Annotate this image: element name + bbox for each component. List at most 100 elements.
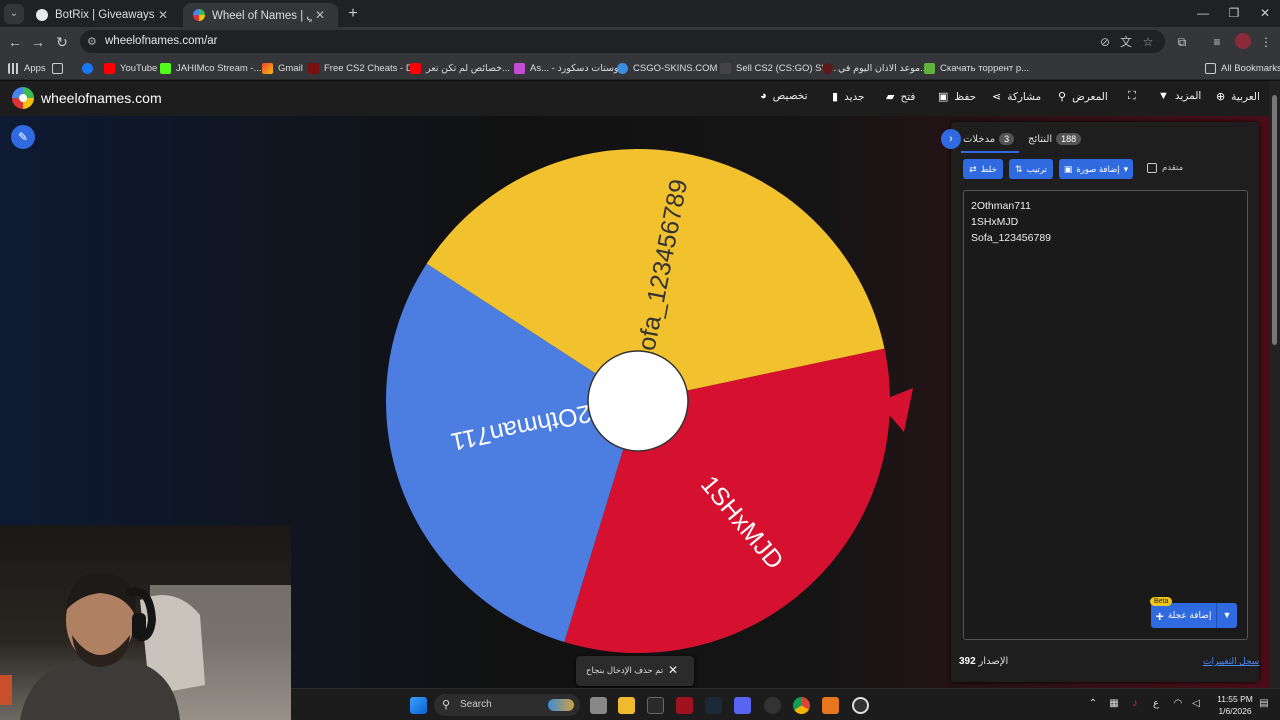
bookmark-sell-cs2[interactable]: Sell CS2 (CS:GO) Ski... — [720, 60, 836, 76]
omnibox[interactable]: ⚙ wheelofnames.com/ar ⊘ 文 ☆ — [80, 30, 1165, 53]
add-wheel-main[interactable]: + إضافة عجلة — [1151, 603, 1217, 628]
entries-textarea[interactable]: 2Othman711 1SHxMJD Sofa_123456789 + إضافة… — [963, 190, 1248, 640]
bookmark-csgo-skins[interactable]: CSGO-SKINS.COM -... — [617, 60, 731, 76]
sort-button[interactable]: ⇅ ترتيب — [1009, 159, 1053, 179]
tab-botrix[interactable]: BotRix | Giveaways ✕ — [26, 3, 181, 27]
tab-results[interactable]: النتائج 188 — [1028, 129, 1085, 149]
add-wheel-dropdown-icon[interactable]: ▼ — [1217, 603, 1237, 628]
changelog-link[interactable]: سجل التغييرات — [1203, 656, 1259, 667]
nav-fullscreen[interactable]: ⛶ — [1128, 90, 1136, 103]
app-orange-icon[interactable] — [822, 697, 839, 714]
nav-save[interactable]: ▣ حفظ — [938, 90, 976, 104]
webcam-person-image — [0, 572, 291, 720]
file-explorer-icon[interactable] — [618, 697, 635, 714]
entries-count-badge: 3 — [999, 133, 1015, 145]
app-clock-icon[interactable] — [764, 697, 781, 714]
nav-language[interactable]: ⊕ العربية — [1216, 90, 1260, 104]
windows-start-icon[interactable] — [410, 697, 427, 714]
nav-gallery[interactable]: ⚲ المعرض — [1058, 90, 1108, 104]
advanced-checkbox[interactable] — [1147, 162, 1157, 173]
volume-icon[interactable]: ◁ — [1189, 698, 1203, 709]
app-g-icon[interactable] — [647, 697, 664, 714]
nav-share[interactable]: ⋖ مشاركة — [992, 90, 1041, 104]
bookmark-facebook[interactable] — [82, 60, 98, 76]
chrome-icon[interactable] — [793, 697, 810, 714]
nav-open[interactable]: ▰ فتح — [886, 90, 915, 104]
steam-icon[interactable] — [705, 697, 722, 714]
url-text[interactable]: wheelofnames.com/ar — [105, 35, 218, 47]
back-icon[interactable]: ← — [5, 32, 25, 52]
wheel[interactable]: Sofa_1234567891SHxMJD2Othman711 — [370, 136, 930, 666]
bookmark-youtube-ar[interactable]: خصائص لم تكن تعر... — [410, 60, 510, 76]
forward-icon[interactable]: → — [28, 32, 48, 52]
add-image-button[interactable]: ▣ إضافة صورة ▾ — [1059, 159, 1133, 179]
eye-off-icon[interactable]: ⊘ — [1097, 34, 1113, 50]
toast-close-icon[interactable]: ✕ — [668, 663, 678, 677]
tab-entries[interactable]: مدخلات 3 — [963, 129, 1018, 149]
translate-icon[interactable]: 文 — [1118, 34, 1134, 50]
close-window-icon[interactable]: ✕ — [1250, 4, 1280, 22]
wifi-icon[interactable]: ◠ — [1171, 698, 1185, 709]
tab-search-icon[interactable]: ≡ — [1208, 33, 1226, 51]
reload-icon[interactable]: ↻ — [52, 32, 72, 52]
bookmark-site-icon — [720, 62, 731, 74]
extensions-icon[interactable]: ⧉ — [1173, 33, 1191, 51]
entries-panel: › مدخلات 3 النتائج 188 ⇄ خلط ⇅ ترتيب ▣ إضاف… — [941, 122, 1259, 682]
site-info-icon[interactable]: ⚙ — [87, 35, 97, 48]
bookmark-cs2-cheats[interactable]: Free CS2 Cheats - D... — [308, 60, 421, 76]
new-tab-button[interactable]: + — [344, 5, 362, 23]
nav-new[interactable]: ▮ جديد — [832, 90, 865, 104]
tray-overflow-icon[interactable]: ⌃ — [1086, 698, 1100, 709]
shuffle-button[interactable]: ⇄ خلط — [963, 159, 1003, 179]
language-indicator[interactable]: ع — [1149, 698, 1163, 709]
windows-taskbar: ⚲ Search ⌃ ▦ ♪ ع ◠ ◁ 11:55 PM 1/6/2026 ▤ — [291, 688, 1280, 720]
site-logo-text[interactable]: wheelofnames.com — [41, 90, 162, 106]
bookmark-youtube[interactable]: YouTube — [104, 60, 157, 76]
page-scrollbar[interactable] — [1269, 81, 1280, 688]
close-tab-icon[interactable]: ✕ — [155, 8, 171, 22]
nav-more[interactable]: ▼ المزيد — [1158, 90, 1201, 102]
restore-icon[interactable]: ❐ — [1219, 4, 1249, 22]
discord-icon[interactable] — [734, 697, 751, 714]
add-wheel-button[interactable]: + إضافة عجلة ▼ — [1151, 603, 1237, 628]
gmail-icon — [262, 62, 273, 74]
torrent-icon — [924, 62, 935, 74]
bookmark-kick[interactable]: JAHIMco Stream -... — [160, 60, 262, 76]
microphone-icon[interactable]: ♪ — [1128, 698, 1142, 709]
sort-icon: ⇅ — [1015, 163, 1023, 174]
entry-line: Sofa_123456789 — [971, 232, 1051, 244]
file-icon: ▮ — [832, 91, 839, 103]
edit-pencil-icon[interactable]: ✎ — [11, 125, 35, 149]
all-bookmarks[interactable]: All Bookmarks — [1205, 60, 1280, 76]
bookmark-grid[interactable] — [52, 60, 68, 76]
scrollbar-thumb[interactable] — [1272, 95, 1277, 345]
bookmark-torrent[interactable]: Скачать торрент р... — [924, 60, 1029, 76]
taskbar-search[interactable]: ⚲ Search — [434, 694, 580, 716]
toast-notification: تم حذف الإدخال بنجاح ✕ — [576, 656, 694, 686]
collapse-panel-icon[interactable]: › — [941, 129, 961, 149]
close-tab-icon[interactable]: ✕ — [312, 8, 328, 22]
bookmark-discord-posts[interactable]: As... - بوستات دسكورد — [514, 60, 621, 76]
app-red-icon[interactable] — [676, 697, 693, 714]
taskbar-clock[interactable]: 11:55 PM 1/6/2026 — [1215, 693, 1255, 717]
bookmark-star-icon[interactable]: ☆ — [1140, 34, 1156, 50]
logo-wheel-icon[interactable] — [12, 87, 34, 109]
settings-gear-icon[interactable] — [852, 697, 869, 714]
bookmark-apps[interactable]: Apps — [8, 60, 46, 76]
tray-app-icon[interactable]: ▦ — [1107, 698, 1121, 709]
task-view-icon[interactable] — [590, 697, 607, 714]
notification-icon[interactable]: ▤ — [1257, 698, 1271, 709]
nav-customize[interactable]: ◕ تخصيص — [760, 90, 808, 102]
gem-icon — [514, 62, 525, 74]
tab-search-button[interactable]: ⌄ — [4, 4, 24, 24]
facebook-icon — [82, 62, 93, 74]
bookmark-gmail[interactable]: Gmail — [262, 60, 303, 76]
minimize-icon[interactable]: — — [1188, 4, 1218, 22]
toast-message: تم حذف الإدخال بنجاح — [586, 665, 664, 675]
bookmark-prayer-times[interactable]: موعد الاذان اليوم في... — [822, 60, 928, 76]
profile-avatar[interactable] — [1235, 33, 1251, 49]
advanced-toggle[interactable]: متقدم — [1147, 162, 1183, 173]
wheel-center-hub[interactable] — [587, 350, 689, 452]
tab-wheel-of-names[interactable]: Wheel of Names | اسم العشوائي ✕ — [183, 3, 338, 27]
menu-dots-icon[interactable]: ⋮ — [1257, 33, 1275, 51]
